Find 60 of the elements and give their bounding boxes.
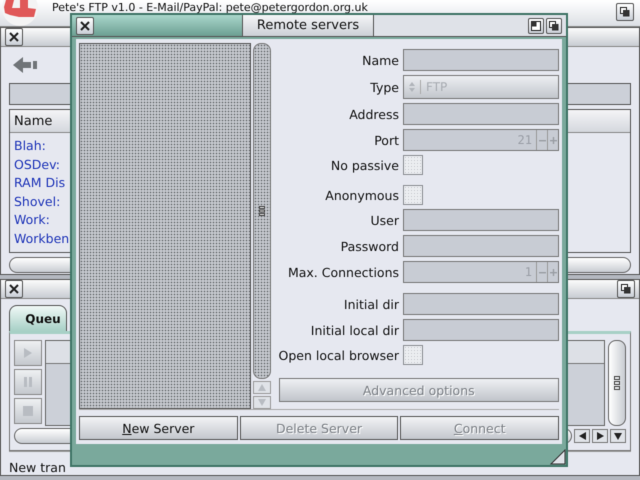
overlapping-squares-icon — [620, 7, 630, 17]
scroll-down-button[interactable] — [610, 429, 626, 443]
close-icon — [9, 32, 19, 42]
volume-item[interactable]: Work: — [14, 211, 50, 230]
volume-item[interactable]: RAM Dis — [14, 174, 66, 192]
volume-item[interactable]: Blah: — [14, 137, 46, 156]
stop-icon — [23, 406, 33, 416]
pause-button[interactable] — [14, 369, 42, 395]
play-button[interactable] — [14, 340, 42, 366]
down-arrow-icon — [258, 399, 266, 406]
scroll-right-button[interactable] — [592, 429, 608, 443]
field-label: No passive — [330, 158, 399, 172]
scroll-left-button[interactable] — [574, 429, 590, 443]
field-label: Name — [361, 52, 399, 68]
field-label: Anonymous — [324, 188, 399, 202]
field-label: Type — [369, 80, 399, 94]
dialog-button[interactable]: New Server — [79, 416, 238, 440]
up-down-arrows-icon — [408, 81, 416, 93]
left-arrow-icon — [578, 432, 586, 440]
field-label: Initial local dir — [310, 322, 399, 338]
volume-item[interactable]: Workben — [14, 230, 70, 248]
field-label: Initial dir — [342, 296, 399, 312]
window-title: Remote servers — [243, 15, 374, 36]
field-label: Open local browser — [278, 348, 399, 362]
field-label: Port — [373, 132, 399, 148]
down-arrow-icon — [614, 432, 622, 440]
close-button[interactable] — [5, 28, 23, 46]
depth-button[interactable] — [616, 3, 634, 21]
pause-icon — [23, 376, 33, 388]
zoom-icon — [531, 20, 541, 30]
server-list[interactable] — [79, 43, 251, 409]
field-label: Max. Connections — [286, 264, 399, 280]
screen-title: Pete's FTP v1.0 - E-Mail/PayPal: pete@petergordon.org.uk — [52, 1, 368, 14]
stop-button[interactable] — [14, 398, 42, 424]
scroll-up-button[interactable] — [252, 381, 271, 394]
depth-button[interactable] — [617, 280, 635, 298]
vertical-scrollbar[interactable] — [252, 43, 271, 379]
close-button[interactable] — [5, 280, 23, 298]
vertical-scrollbar[interactable] — [608, 340, 626, 426]
field-label: Address — [348, 106, 399, 122]
back-arrow-icon[interactable] — [13, 55, 39, 75]
right-arrow-icon — [596, 432, 604, 440]
depth-button[interactable] — [546, 18, 562, 34]
play-icon — [23, 347, 33, 359]
column-header[interactable]: Name — [14, 114, 52, 128]
overlapping-squares-icon — [621, 284, 631, 294]
grip-icon — [258, 206, 265, 216]
close-icon — [9, 284, 19, 294]
volume-item[interactable]: Shovel: — [14, 192, 60, 211]
volume-item[interactable]: OSDev: — [14, 156, 60, 174]
field-label: User — [370, 212, 399, 228]
queue-tab[interactable]: Queu — [9, 305, 67, 331]
up-arrow-icon — [258, 384, 266, 391]
resize-handle-icon[interactable] — [550, 449, 566, 465]
grip-icon — [614, 376, 620, 390]
zoom-button[interactable] — [528, 18, 544, 34]
overlapping-squares-icon — [549, 20, 559, 30]
close-icon — [80, 20, 90, 30]
field-label: Password — [340, 238, 399, 254]
close-button[interactable] — [76, 16, 94, 34]
